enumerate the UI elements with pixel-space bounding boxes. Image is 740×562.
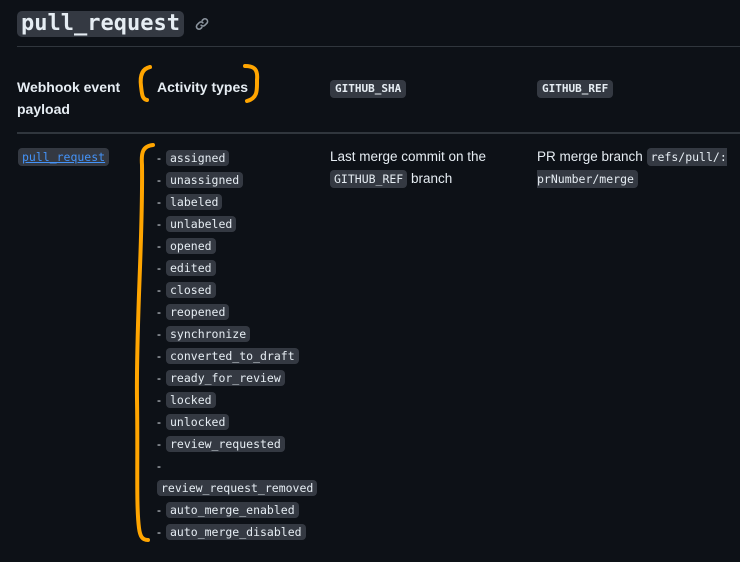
activity-type: synchronize (166, 326, 251, 342)
github-ref-description: PR merge branch refs/pull/:prNumber/merg… (537, 146, 727, 190)
list-item: - unassigned (157, 169, 322, 191)
list-item: - synchronize (157, 323, 322, 345)
activity-type: reopened (166, 304, 230, 320)
activity-type: unlabeled (166, 216, 237, 232)
sha-text-after: branch (411, 171, 453, 186)
header-github-sha: GITHUB_SHA (330, 80, 407, 98)
activity-type: closed (166, 282, 216, 298)
header-activity-types: Activity types (157, 79, 249, 95)
activity-type: auto_merge_enabled (166, 502, 299, 518)
list-item: - opened (157, 235, 322, 257)
activity-type: unlocked (166, 414, 230, 430)
list-item: - auto_merge_disabled (157, 521, 322, 543)
activity-type: labeled (166, 194, 223, 210)
list-item: - unlocked (157, 411, 322, 433)
header-webhook-payload: Webhook event payload (17, 79, 121, 117)
bracket-left-header (138, 65, 152, 102)
activity-types-list: - assigned - unassigned - labeled - unlabele… (157, 147, 322, 543)
ref-text: PR merge branch (537, 149, 643, 164)
title-divider (17, 46, 740, 47)
list-item: - assigned (157, 147, 322, 169)
sha-text-before: Last merge commit on the (330, 149, 487, 164)
activity-type: unassigned (166, 172, 244, 188)
activity-type: review_requested (166, 436, 285, 452)
list-item: - labeled (157, 191, 322, 213)
pull-request-event-link[interactable]: pull_request (18, 148, 110, 166)
list-item: - closed (157, 279, 322, 301)
sha-code: GITHUB_REF (330, 170, 408, 188)
list-item: - auto_merge_enabled (157, 499, 322, 521)
list-item: - ready_for_review (157, 367, 322, 389)
list-item: -review_request_removed (157, 455, 322, 499)
activity-type: locked (166, 392, 216, 408)
list-item: - unlabeled (157, 213, 322, 235)
github-sha-description: Last merge commit on the GITHUB_REF bran… (330, 146, 510, 190)
activity-type: edited (166, 260, 216, 276)
activity-type: converted_to_draft (166, 348, 299, 364)
header-divider (17, 132, 740, 134)
activity-type: opened (166, 238, 216, 254)
bracket-left-list (134, 143, 155, 542)
list-item: - locked (157, 389, 322, 411)
list-item: - edited (157, 257, 322, 279)
header-github-ref: GITHUB_REF (537, 80, 614, 98)
activity-type: ready_for_review (166, 370, 285, 386)
list-item: - reopened (157, 301, 322, 323)
list-item: - review_requested (157, 433, 322, 455)
activity-type: assigned (166, 150, 230, 166)
link-icon[interactable] (194, 16, 210, 32)
page-title: pull_request (17, 11, 184, 37)
activity-type: review_request_removed (157, 480, 318, 496)
page-title-row: pull_request (17, 11, 210, 37)
list-item: - converted_to_draft (157, 345, 322, 367)
activity-type: auto_merge_disabled (166, 524, 306, 540)
